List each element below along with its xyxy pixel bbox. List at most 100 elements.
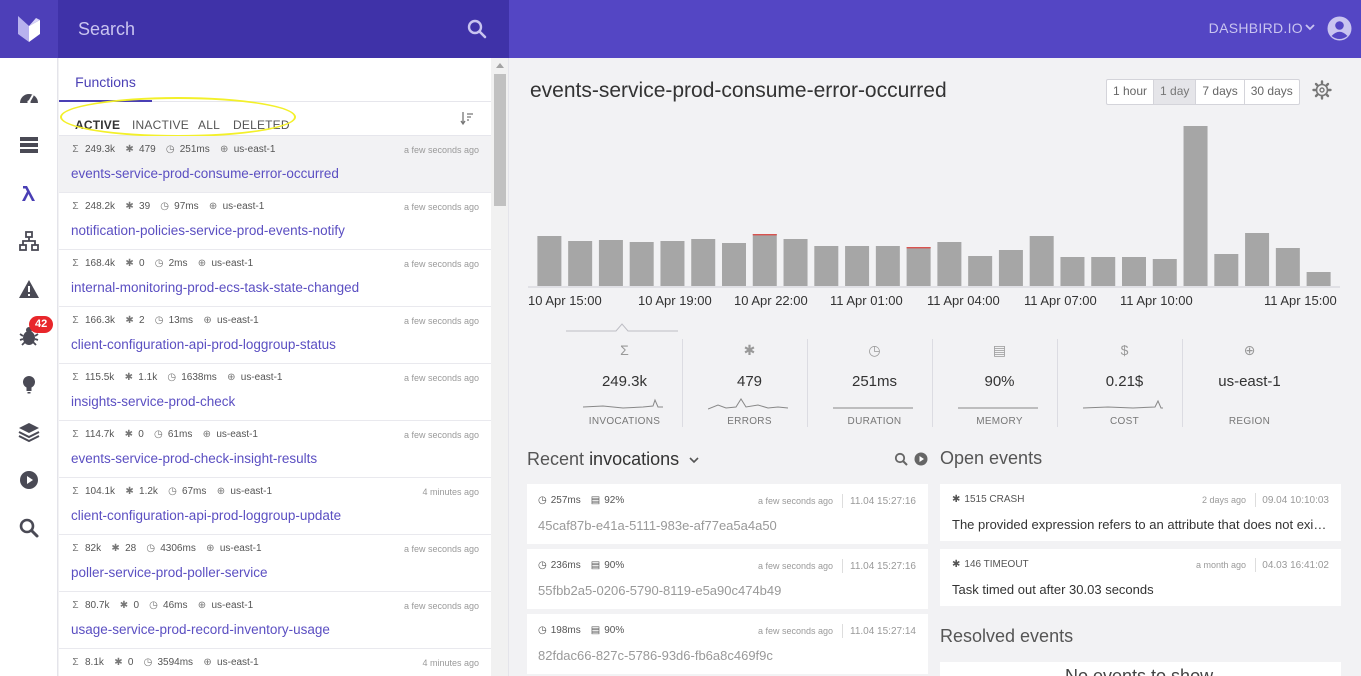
chart-bar[interactable] [937, 242, 962, 286]
chart-bar[interactable] [1122, 257, 1146, 286]
function-row[interactable]: Σ 249.3k ✱ 479 ◷ 251ms ⊕ us-east-1 a few seconds… [59, 136, 491, 193]
function-name-link[interactable]: client-configuration-api-prod-loggroup-s… [71, 337, 336, 352]
function-row[interactable]: Σ 115.5k ✱ 1.1k ◷ 1638ms ⊕ us-east-1 a few secon… [59, 364, 491, 421]
bug-icon: ✱ [125, 144, 134, 155]
filter-deleted[interactable]: DELETED [233, 118, 290, 132]
chart-bar[interactable] [783, 239, 808, 286]
duration-value: 1638ms [181, 372, 217, 383]
chevron-down-icon[interactable] [688, 454, 700, 466]
chart-bar[interactable] [845, 246, 870, 286]
function-name-link[interactable]: usage-service-prod-record-inventory-usag… [71, 622, 330, 637]
invocation-card[interactable]: ◷ 257ms ▤ 92% a few seconds ago 11.04 15:27:1… [527, 484, 928, 544]
invocation-card[interactable]: ◷ 198ms ▤ 90% a few seconds ago 11.04 15:27:1… [527, 614, 928, 674]
chart-bar[interactable] [1060, 257, 1085, 286]
function-row[interactable]: Σ 114.7k ✱ 0 ◷ 61ms ⊕ us-east-1 a few seconds ag… [59, 421, 491, 478]
filter-inactive[interactable]: INACTIVE [132, 118, 189, 132]
function-row[interactable]: Σ 166.3k ✱ 2 ◷ 13ms ⊕ us-east-1 a few seconds ag… [59, 307, 491, 364]
sort-icon[interactable] [459, 110, 475, 126]
scrollbar[interactable] [491, 58, 508, 676]
chart-range-brush[interactable] [566, 323, 678, 332]
function-name-link[interactable]: internal-monitoring-prod-ecs-task-state-… [71, 280, 359, 295]
chart-bar[interactable] [537, 236, 562, 286]
x-tick-label: 10 Apr 19:00 [638, 293, 712, 308]
open-event-card[interactable]: ✱ 1515 CRASH 2 days ago 09.04 10:10:03 The p… [940, 484, 1341, 541]
main-content: events-service-prod-consume-error-occurr… [510, 58, 1361, 676]
invocations-count: 82k [85, 543, 102, 554]
play-icon[interactable] [914, 452, 928, 466]
nav-live-tail[interactable] [0, 460, 58, 500]
nav-services[interactable] [0, 221, 58, 261]
range-1-hour[interactable]: 1 hour [1107, 80, 1155, 104]
chevron-down-icon[interactable] [1303, 20, 1317, 34]
nav-insights[interactable] [0, 364, 58, 404]
alert-icon [19, 280, 39, 298]
chart-bar[interactable] [691, 239, 716, 286]
tab-functions[interactable]: Functions [59, 58, 152, 102]
function-name-link[interactable]: events-service-prod-consume-error-occurr… [71, 166, 339, 181]
nav-dashboard[interactable] [0, 78, 58, 118]
user-avatar-icon[interactable] [1327, 16, 1352, 41]
nav-stacks[interactable] [0, 412, 58, 452]
function-row[interactable]: Σ 168.4k ✱ 0 ◷ 2ms ⊕ us-east-1 a few seconds ago… [59, 250, 491, 307]
chart-bar[interactable] [722, 243, 746, 286]
chart-bar[interactable] [875, 246, 900, 286]
function-name-link[interactable]: client-configuration-api-prod-loggroup-u… [71, 508, 341, 523]
chart-bar[interactable] [1183, 126, 1208, 286]
chart-bar[interactable] [906, 247, 931, 286]
clock-icon: ◷ [143, 657, 153, 668]
search-icon[interactable] [894, 452, 908, 466]
function-name-link[interactable]: events-service-prod-check-insight-result… [71, 451, 317, 466]
scroll-up-arrow[interactable] [496, 63, 504, 68]
function-name-link[interactable]: notification-policies-service-prod-event… [71, 223, 345, 238]
function-row[interactable]: Σ 80.7k ✱ 0 ◷ 46ms ⊕ us-east-1 a few seconds ago… [59, 592, 491, 649]
function-row[interactable]: Σ 104.1k ✱ 1.2k ◷ 67ms ⊕ us-east-1 4 minutes ago… [59, 478, 491, 535]
function-row[interactable]: Σ 82k ✱ 28 ◷ 4306ms ⊕ us-east-1 a few seconds ag… [59, 535, 491, 592]
clock-icon: ◷ [160, 201, 170, 212]
account-name[interactable]: DASHBIRD.IO [1209, 20, 1303, 36]
open-event-card[interactable]: ✱ 146 TIMEOUT a month ago 04.03 16:41:02 Tas… [940, 549, 1341, 606]
chart-bar[interactable] [1245, 233, 1270, 286]
search-icon[interactable] [467, 19, 487, 39]
invocations-count: 80.7k [85, 600, 110, 611]
chart-bar[interactable] [968, 256, 993, 286]
nav-resources[interactable] [0, 125, 58, 165]
chart-bar[interactable] [1306, 272, 1331, 286]
function-metrics: Σ 168.4k ✱ 0 ◷ 2ms ⊕ us-east-1 [70, 258, 258, 269]
nav-functions[interactable] [0, 173, 58, 213]
function-name-link[interactable]: insights-service-prod-check [71, 394, 235, 409]
chart-bar[interactable] [814, 246, 839, 286]
chart-bar[interactable] [629, 242, 654, 286]
last-invoked-time: a few seconds ago [403, 544, 479, 554]
functions-panel: Functions ACTIVE INACTIVE ALL DELETED Σ2… [59, 58, 509, 676]
globe-icon: ⊕ [208, 201, 218, 212]
function-name-link[interactable]: poller-service-prod-poller-service [71, 565, 268, 580]
filter-active[interactable]: ACTIVE [75, 118, 120, 132]
clock-icon: ◷ [146, 543, 156, 554]
range-1-day[interactable]: 1 day [1154, 80, 1197, 104]
chart-bar[interactable] [568, 241, 593, 286]
chart-bar[interactable] [1029, 236, 1054, 286]
chart-bar[interactable] [660, 241, 685, 286]
function-row[interactable]: Σ 248.2k ✱ 39 ◷ 97ms ⊕ us-east-1 a few seconds a… [59, 193, 491, 250]
range-30-days[interactable]: 30 days [1245, 80, 1299, 104]
stat-value: 479 [736, 373, 763, 390]
invocation-card[interactable]: ◷ 236ms ▤ 90% a few seconds ago 11.04 15:27:1… [527, 549, 928, 609]
chart-bar[interactable] [1214, 254, 1239, 286]
chart-bar[interactable] [998, 250, 1023, 286]
scroll-thumb[interactable] [494, 74, 506, 206]
nav-search[interactable] [0, 508, 58, 548]
chart-bar[interactable] [1091, 257, 1116, 286]
chart-bar[interactable] [1275, 248, 1300, 286]
function-row[interactable]: Σ 8.1k ✱ 0 ◷ 3594ms ⊕ us-east-1 4 minutes ago [59, 649, 491, 676]
range-7-days[interactable]: 7 days [1196, 80, 1245, 104]
chart-bar[interactable] [1152, 259, 1177, 286]
recent-invocations-heading[interactable]: Recent invocations [527, 449, 679, 470]
dashbird-logo[interactable] [0, 0, 58, 58]
chart-bar[interactable] [752, 234, 777, 286]
lambda-icon [22, 186, 35, 201]
nav-alerts[interactable] [0, 269, 58, 309]
search-input[interactable] [78, 18, 448, 40]
filter-all[interactable]: ALL [198, 118, 220, 132]
chart-bar[interactable] [598, 240, 623, 286]
gear-icon[interactable] [1312, 80, 1332, 100]
